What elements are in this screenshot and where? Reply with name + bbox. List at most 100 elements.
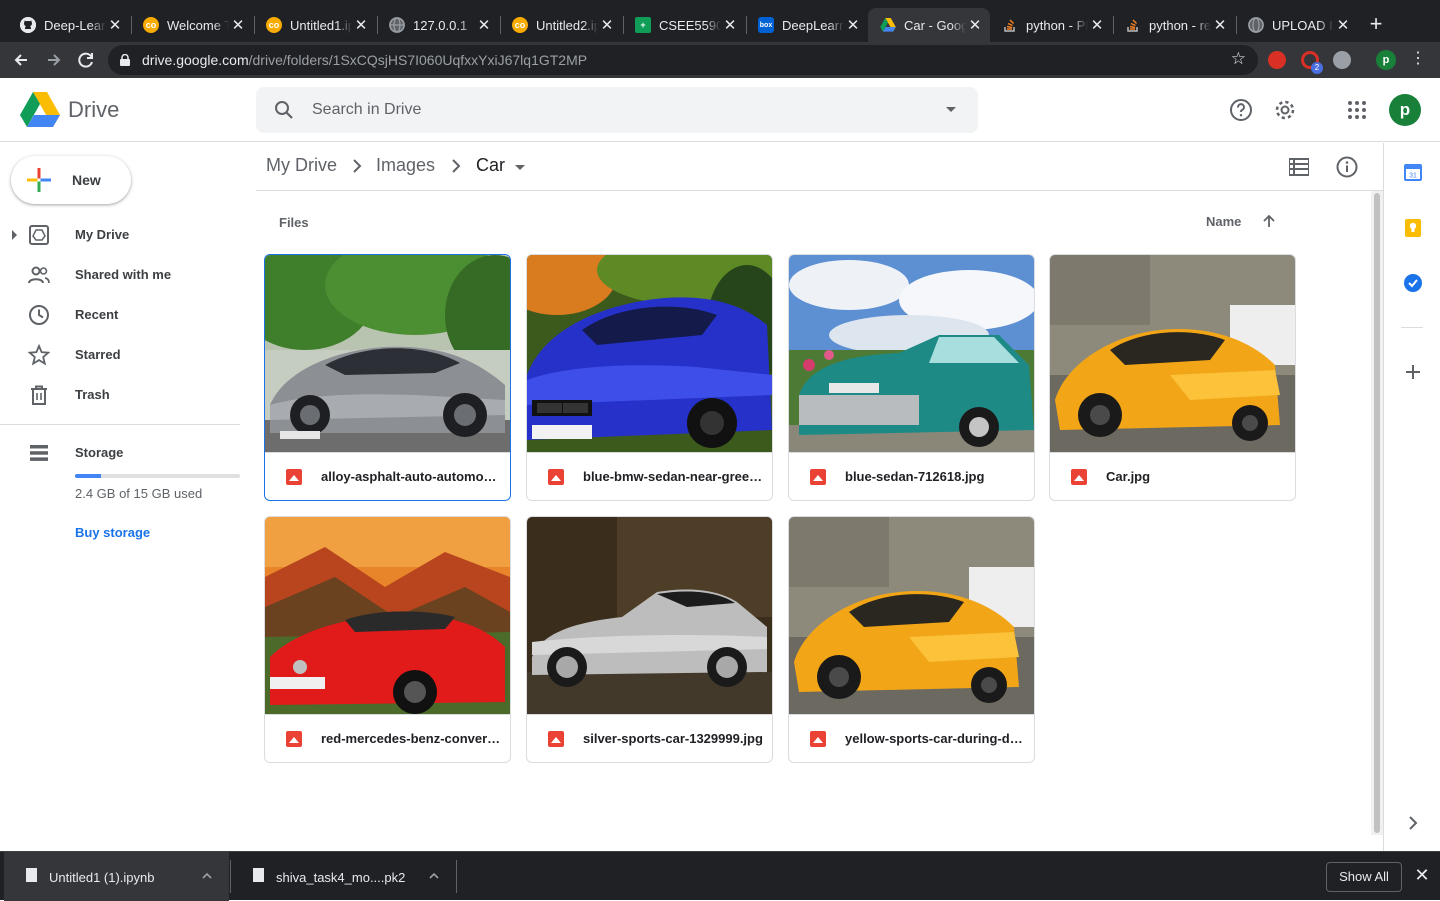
extension-icon[interactable] bbox=[1268, 51, 1286, 69]
file-card[interactable]: red-mercedes-benz-converti... bbox=[264, 516, 511, 763]
file-card[interactable]: silver-sports-car-1329999.jpg bbox=[526, 516, 773, 763]
close-tab-icon[interactable]: ✕ bbox=[598, 16, 616, 34]
file-name: red-mercedes-benz-converti... bbox=[321, 731, 501, 746]
url-path: /drive/folders/1SxCQsjHS7I060UqfxxYxiJ67… bbox=[248, 52, 588, 68]
sidebar-item-recent[interactable]: Recent bbox=[0, 295, 240, 335]
breadcrumb-current-folder[interactable]: Car bbox=[476, 155, 505, 176]
tab-title: UPLOAD IMAGE bbox=[1272, 17, 1334, 33]
chevron-right-icon[interactable] bbox=[1403, 813, 1423, 833]
close-icon[interactable]: ✕ bbox=[1413, 865, 1431, 885]
more-vert-icon[interactable]: ⋮ bbox=[1409, 49, 1427, 69]
close-tab-icon[interactable]: ✕ bbox=[106, 16, 124, 34]
browser-tab[interactable]: python - PIL ✕ bbox=[990, 8, 1112, 42]
add-addon-icon[interactable] bbox=[1403, 362, 1423, 382]
search-options-icon[interactable] bbox=[946, 107, 956, 112]
tab-title: DeepLearning bbox=[782, 17, 844, 33]
file-thumbnail[interactable] bbox=[789, 255, 1034, 452]
show-all-downloads-button[interactable]: Show All bbox=[1326, 862, 1402, 892]
download-item[interactable]: Untitled1 (1).ipynb bbox=[4, 852, 229, 901]
sidebar-item-storage[interactable]: Storage bbox=[0, 433, 240, 473]
file-card[interactable]: yellow-sports-car-during-day... bbox=[788, 516, 1035, 763]
image-file-icon bbox=[810, 469, 826, 485]
browser-tab[interactable]: box DeepLearning ✕ bbox=[746, 8, 868, 42]
file-thumbnail[interactable] bbox=[265, 517, 510, 714]
browser-tab[interactable]: python - read ✕ bbox=[1113, 8, 1235, 42]
file-thumbnail[interactable] bbox=[1050, 255, 1295, 452]
close-tab-icon[interactable]: ✕ bbox=[1088, 16, 1106, 34]
sort-arrow-up-icon[interactable] bbox=[1261, 213, 1277, 229]
download-item[interactable]: shiva_task4_mo....pk2 bbox=[231, 852, 455, 901]
clock-icon bbox=[29, 305, 49, 325]
file-card[interactable]: blue-bmw-sedan-near-green-... bbox=[526, 254, 773, 501]
close-tab-icon[interactable]: ✕ bbox=[475, 16, 493, 34]
gear-icon[interactable] bbox=[1273, 98, 1297, 122]
calendar-icon[interactable]: 31 bbox=[1403, 162, 1423, 182]
sidebar-item-label: Starred bbox=[75, 347, 121, 362]
sidebar-item-starred[interactable]: Starred bbox=[0, 335, 240, 375]
file-thumbnail[interactable] bbox=[789, 517, 1034, 714]
browser-tab[interactable]: 127.0.0.1 ✕ bbox=[377, 8, 499, 42]
account-avatar[interactable]: p bbox=[1389, 94, 1421, 126]
browser-tab[interactable]: co Welcome To Colaboratory ✕ bbox=[131, 8, 253, 42]
close-tab-icon[interactable]: ✕ bbox=[352, 16, 370, 34]
chevron-up-icon[interactable] bbox=[428, 870, 440, 882]
buy-storage-link[interactable]: Buy storage bbox=[75, 525, 150, 540]
breadcrumb-my-drive[interactable]: My Drive bbox=[266, 155, 337, 176]
browser-tab[interactable]: co Untitled2.ipynb ✕ bbox=[500, 8, 622, 42]
chevron-up-icon[interactable] bbox=[201, 870, 213, 882]
extension-icon[interactable] bbox=[1333, 51, 1351, 69]
close-tab-icon[interactable]: ✕ bbox=[229, 16, 247, 34]
browser-profile-avatar[interactable]: p bbox=[1376, 50, 1396, 70]
scrollbar-thumb[interactable] bbox=[1374, 193, 1380, 833]
app-name[interactable]: Drive bbox=[68, 97, 119, 123]
side-panel: 31 bbox=[1383, 143, 1440, 851]
file-thumbnail[interactable] bbox=[527, 517, 772, 714]
browser-tab[interactable]: UPLOAD IMAGE ✕ bbox=[1236, 8, 1358, 42]
file-card[interactable]: Car.jpg bbox=[1049, 254, 1296, 501]
reload-icon[interactable] bbox=[73, 47, 99, 73]
search-input[interactable] bbox=[312, 98, 912, 122]
close-tab-icon[interactable]: ✕ bbox=[1334, 16, 1352, 34]
close-tab-icon[interactable]: ✕ bbox=[1211, 16, 1229, 34]
download-file-name: Untitled1 (1).ipynb bbox=[49, 870, 155, 885]
info-icon[interactable] bbox=[1336, 156, 1358, 178]
file-thumbnail[interactable] bbox=[527, 255, 772, 452]
file-card[interactable]: alloy-asphalt-auto-automobile-... bbox=[264, 254, 511, 501]
folder-menu-dropdown-icon[interactable] bbox=[515, 165, 525, 170]
browser-tab-active[interactable]: Car - Google Drive ✕ bbox=[868, 8, 990, 42]
forward-arrow-icon[interactable] bbox=[41, 47, 67, 73]
list-view-icon[interactable] bbox=[1289, 158, 1309, 176]
tasks-icon[interactable] bbox=[1403, 273, 1423, 293]
sidebar-divider bbox=[0, 424, 240, 425]
sidebar-item-my-drive[interactable]: My Drive bbox=[0, 215, 240, 255]
side-panel-divider bbox=[1401, 327, 1423, 328]
drive-logo-icon[interactable] bbox=[20, 92, 60, 128]
address-bar[interactable]: drive.google.com/drive/folders/1SxCQsjHS… bbox=[108, 45, 1258, 75]
browser-tab[interactable]: co Untitled1.ipynb ✕ bbox=[254, 8, 376, 42]
new-button[interactable]: New bbox=[11, 156, 131, 204]
back-arrow-icon[interactable] bbox=[8, 47, 34, 73]
file-thumbnail[interactable] bbox=[265, 255, 510, 452]
expand-caret-icon[interactable] bbox=[12, 230, 17, 240]
new-tab-button[interactable]: + bbox=[1366, 12, 1386, 36]
keep-icon[interactable] bbox=[1403, 218, 1423, 238]
search-icon[interactable] bbox=[274, 100, 294, 120]
search-box[interactable] bbox=[256, 87, 978, 133]
file-name: Car.jpg bbox=[1106, 469, 1151, 484]
apps-grid-icon[interactable] bbox=[1345, 98, 1369, 122]
close-tab-icon[interactable]: ✕ bbox=[966, 16, 984, 34]
file-card[interactable]: blue-sedan-712618.jpg bbox=[788, 254, 1035, 501]
breadcrumb-images[interactable]: Images bbox=[376, 155, 435, 176]
browser-tab[interactable]: + CSEE5590 ✕ bbox=[623, 8, 745, 42]
sidebar-item-shared[interactable]: Shared with me bbox=[0, 255, 240, 295]
sidebar-item-trash[interactable]: Trash bbox=[0, 375, 240, 415]
help-icon[interactable] bbox=[1229, 98, 1253, 122]
bookmark-star-icon[interactable]: ☆ bbox=[1231, 49, 1246, 69]
browser-tab[interactable]: Deep-Learning ✕ bbox=[8, 8, 130, 42]
close-tab-icon[interactable]: ✕ bbox=[844, 16, 862, 34]
my-drive-icon bbox=[29, 225, 49, 245]
close-tab-icon[interactable]: ✕ bbox=[721, 16, 739, 34]
tab-title: CSEE5590 bbox=[659, 17, 721, 33]
sort-by-name[interactable]: Name bbox=[1206, 214, 1241, 229]
browser-toolbar: drive.google.com/drive/folders/1SxCQsjHS… bbox=[0, 42, 1440, 78]
